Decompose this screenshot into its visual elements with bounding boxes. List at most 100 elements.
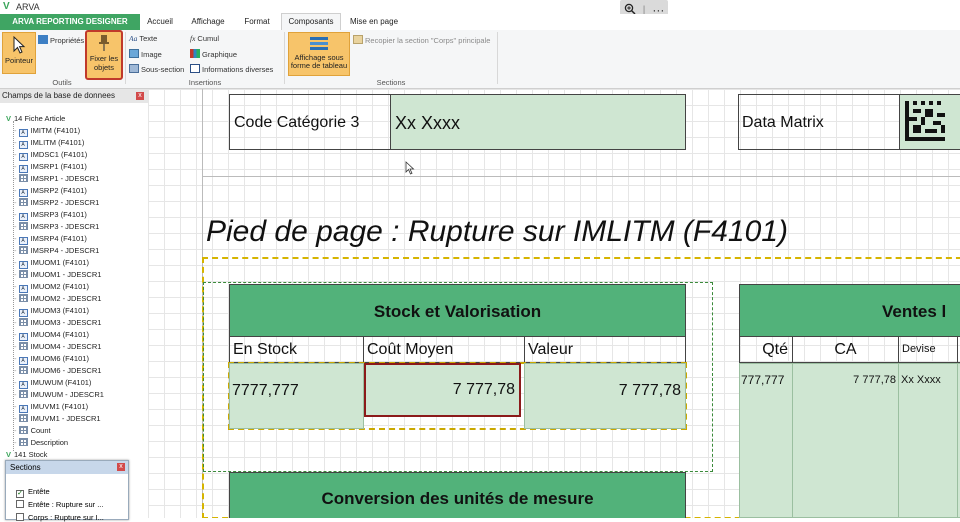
tree-expand-icon: V [6,114,12,123]
tree-field-label: IMSRP4 (F4101) [30,234,87,243]
tree-field-label: IMUOM1 - JDESCR1 [30,270,102,279]
tree-field-item[interactable]: - A IMSRP2 (F4101) [14,185,87,197]
field-icon: A [18,357,28,365]
mouse-cursor-icon [405,161,415,175]
tree-field-item[interactable]: - IMUOM3 - JDESCR1 [14,317,101,329]
tree-field-item[interactable]: - Count [14,425,51,437]
checkbox-icon[interactable] [16,500,24,508]
tab-mise-en-page[interactable]: Mise en page [344,14,404,30]
tree-field-item[interactable]: - A IMSRP1 (F4101) [14,161,87,173]
tree-field-item[interactable]: - A IMITM (F4101) [14,125,80,137]
tab-affichage[interactable]: Affichage [184,14,232,30]
conversion-table-title[interactable]: Conversion des unités de mesure [229,472,686,518]
tree-field-item[interactable]: - IMUOM2 - JDESCR1 [14,293,101,305]
table-layout-icon [310,37,328,50]
grid-field-icon [18,342,28,350]
stock-table-title[interactable]: Stock et Valorisation [229,284,686,337]
tree-field-item[interactable]: - A IMUOM1 (F4101) [14,257,89,269]
proprietes-button[interactable]: Propriétés [38,35,84,45]
tree-field-item[interactable]: - A IMUVM1 (F4101) [14,401,88,413]
stock-value-en-stock[interactable]: 7777,777 [229,363,364,429]
tab-accueil[interactable]: Accueil [142,14,178,30]
grid-field-icon [18,426,28,434]
pin-icon [99,35,109,51]
tree-field-item[interactable]: - IMSRP1 - JDESCR1 [14,173,99,185]
tree-field-item[interactable]: - IMSRP4 - JDESCR1 [14,245,99,257]
ventes-value-ca[interactable]: 7 777,78 [792,363,899,518]
recopier-section-button[interactable]: Recopier la section "Corps" principale [353,35,490,45]
checkbox-checked-icon[interactable]: ✓ [16,490,24,498]
close-icon[interactable]: x [117,463,125,471]
ventes-col-qte[interactable]: Qté [739,336,793,363]
image-button[interactable]: Image [129,49,162,59]
pointer-icon [13,35,26,54]
tree-field-item[interactable]: - IMUOM4 - JDESCR1 [14,341,101,353]
affichage-tableau-button[interactable]: Affichage sous forme de tableau [288,32,350,76]
tree-field-item[interactable]: - A IMSRP4 (F4101) [14,233,87,245]
report-canvas[interactable]: Code Catégorie 3 Xx Xxxx Data Matrix Pie… [148,89,960,518]
tree-field-item[interactable]: - A IMUOM4 (F4101) [14,329,89,341]
cumul-button[interactable]: fx Cumul [190,34,219,43]
close-icon[interactable]: x [136,92,144,100]
ventes-table-title[interactable]: Ventes l [739,284,960,337]
fields-panel-header: Champs de la base de donnees x [0,89,148,103]
field-icon: A [18,405,28,413]
section-item-entete-rupture[interactable]: Entête : Rupture sur ... [16,500,103,509]
pointeur-button[interactable]: Pointeur [2,32,36,74]
sous-section-button[interactable]: Sous-section [129,64,184,74]
tab-format[interactable]: Format [238,14,276,30]
tree-field-label: Description [30,438,69,447]
field-icon: A [18,333,28,341]
data-matrix-field[interactable] [899,94,960,150]
field-icon: A [18,237,28,245]
tree-field-item[interactable]: - A IMUOM3 (F4101) [14,305,89,317]
field-icon: A [18,153,28,161]
informations-diverses-button[interactable]: Informations diverses [190,64,273,74]
tree-field-item[interactable]: - A IMUOM6 (F4101) [14,353,89,365]
tree-field-item[interactable]: - IMUWUM - JDESCR1 [14,389,104,401]
tree-field-item[interactable]: - IMUVM1 - JDESCR1 [14,413,101,425]
checkbox-icon[interactable] [16,513,24,521]
tree-field-item[interactable]: - A IMSRP3 (F4101) [14,209,87,221]
code-categorie-label[interactable]: Code Catégorie 3 [229,94,391,150]
stock-value-cout-moyen[interactable]: 7 777,78 [364,363,521,417]
fixer-objets-button[interactable]: Fixer les objets [85,30,123,80]
stock-value-valeur[interactable]: 7 777,78 [524,363,686,429]
ventes-value-devise[interactable]: Xx Xxxx [898,363,958,518]
tree-field-item[interactable]: - A IMDSC1 (F4101) [14,149,87,161]
app-menu-button[interactable]: ARVA REPORTING DESIGNER [0,14,140,30]
texte-button[interactable]: Aa Texte [129,34,157,43]
sous-section-label: Sous-section [141,65,185,74]
ventes-col-ca[interactable]: CA [792,336,899,363]
chart-icon [190,49,200,58]
subsection-icon [129,64,139,73]
data-matrix-label[interactable]: Data Matrix [738,94,900,150]
tree-field-item[interactable]: - Description [14,437,68,449]
grid-field-icon [18,390,28,398]
stock-col-valeur[interactable]: Valeur [524,336,686,363]
section-divider [202,176,960,177]
section-item-entete[interactable]: ✓ Entête [16,487,50,498]
tree-field-label: IMUOM6 (F4101) [30,354,89,363]
tree-field-item[interactable]: - A IMUOM2 (F4101) [14,281,89,293]
tree-field-item[interactable]: - IMSRP2 - JDESCR1 [14,197,99,209]
tree-field-label: IMSRP2 (F4101) [30,186,87,195]
graphique-button[interactable]: Graphique [190,49,237,59]
properties-icon [38,35,48,44]
tree-field-item[interactable]: - IMUOM1 - JDESCR1 [14,269,101,281]
tree-root-fiche-article[interactable]: V 14 Fiche Article [6,113,65,125]
tree-field-item[interactable]: - IMUOM6 - JDESCR1 [14,365,101,377]
ventes-value-qte[interactable]: 777,777 [739,363,793,518]
tree-field-item[interactable]: - A IMLITM (F4101) [14,137,84,149]
code-categorie-value[interactable]: Xx Xxxx [390,94,686,150]
cumul-label: Cumul [197,34,220,43]
tree-field-item[interactable]: - IMSRP3 - JDESCR1 [14,221,99,233]
stock-col-cout-moyen[interactable]: Coût Moyen [363,336,525,363]
tab-composants[interactable]: Composants [281,13,341,31]
field-icon: A [18,129,28,137]
tree-field-item[interactable]: - A IMUWUM (F4101) [14,377,91,389]
stock-col-en-stock[interactable]: En Stock [229,336,364,363]
sections-panel-title: Sections [10,463,41,472]
tree-field-label: IMUOM2 - JDESCR1 [30,294,102,303]
ventes-col-devise[interactable]: Devise [898,336,958,363]
